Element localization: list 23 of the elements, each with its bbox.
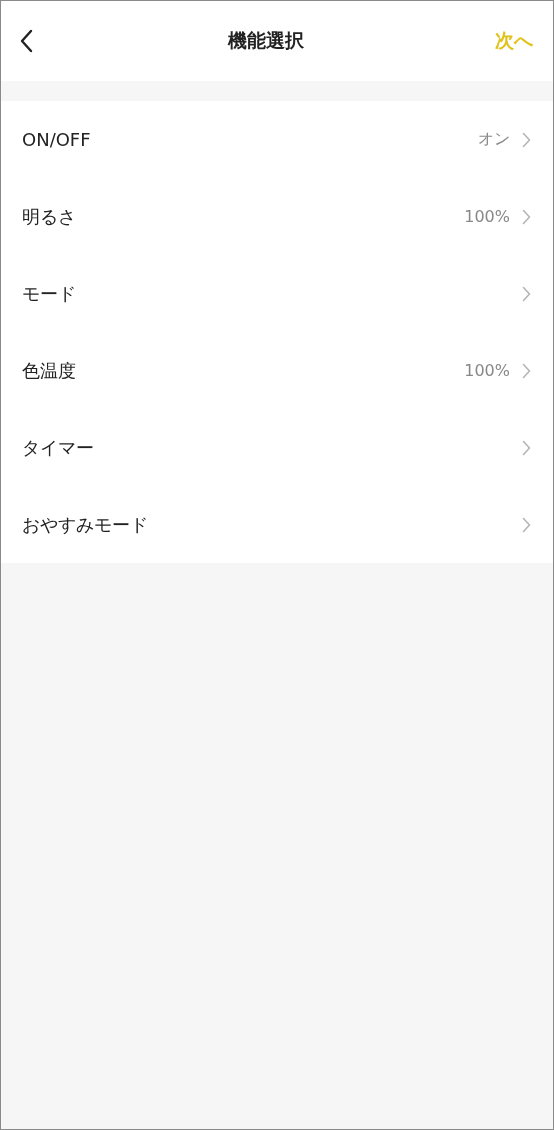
- function-label: 明るさ: [22, 204, 77, 229]
- function-row[interactable]: 明るさ 100%: [1, 178, 553, 255]
- function-row[interactable]: 色温度 100%: [1, 332, 553, 409]
- function-row[interactable]: ON/OFF オン: [1, 101, 553, 178]
- function-label: 色温度: [22, 358, 77, 383]
- function-value: 100%: [464, 361, 510, 380]
- function-label: タイマー: [22, 435, 95, 460]
- function-label: ON/OFF: [22, 129, 92, 150]
- chevron-icon: [522, 131, 531, 148]
- chevron-icon: [522, 362, 531, 379]
- function-row[interactable]: おやすみモード: [1, 486, 553, 563]
- function-row[interactable]: タイマー: [1, 409, 553, 486]
- function-label: モード: [22, 281, 77, 306]
- chevron-icon: [522, 285, 531, 302]
- function-value: 100%: [464, 207, 510, 226]
- back-icon: [19, 29, 33, 53]
- chevron-icon: [522, 208, 531, 225]
- page-title: 機能選択: [228, 28, 304, 53]
- chevron-icon: [522, 439, 531, 456]
- function-label: おやすみモード: [22, 512, 149, 537]
- function-row[interactable]: モード: [1, 255, 553, 332]
- function-value: オン: [478, 129, 510, 150]
- chevron-icon: [522, 516, 531, 533]
